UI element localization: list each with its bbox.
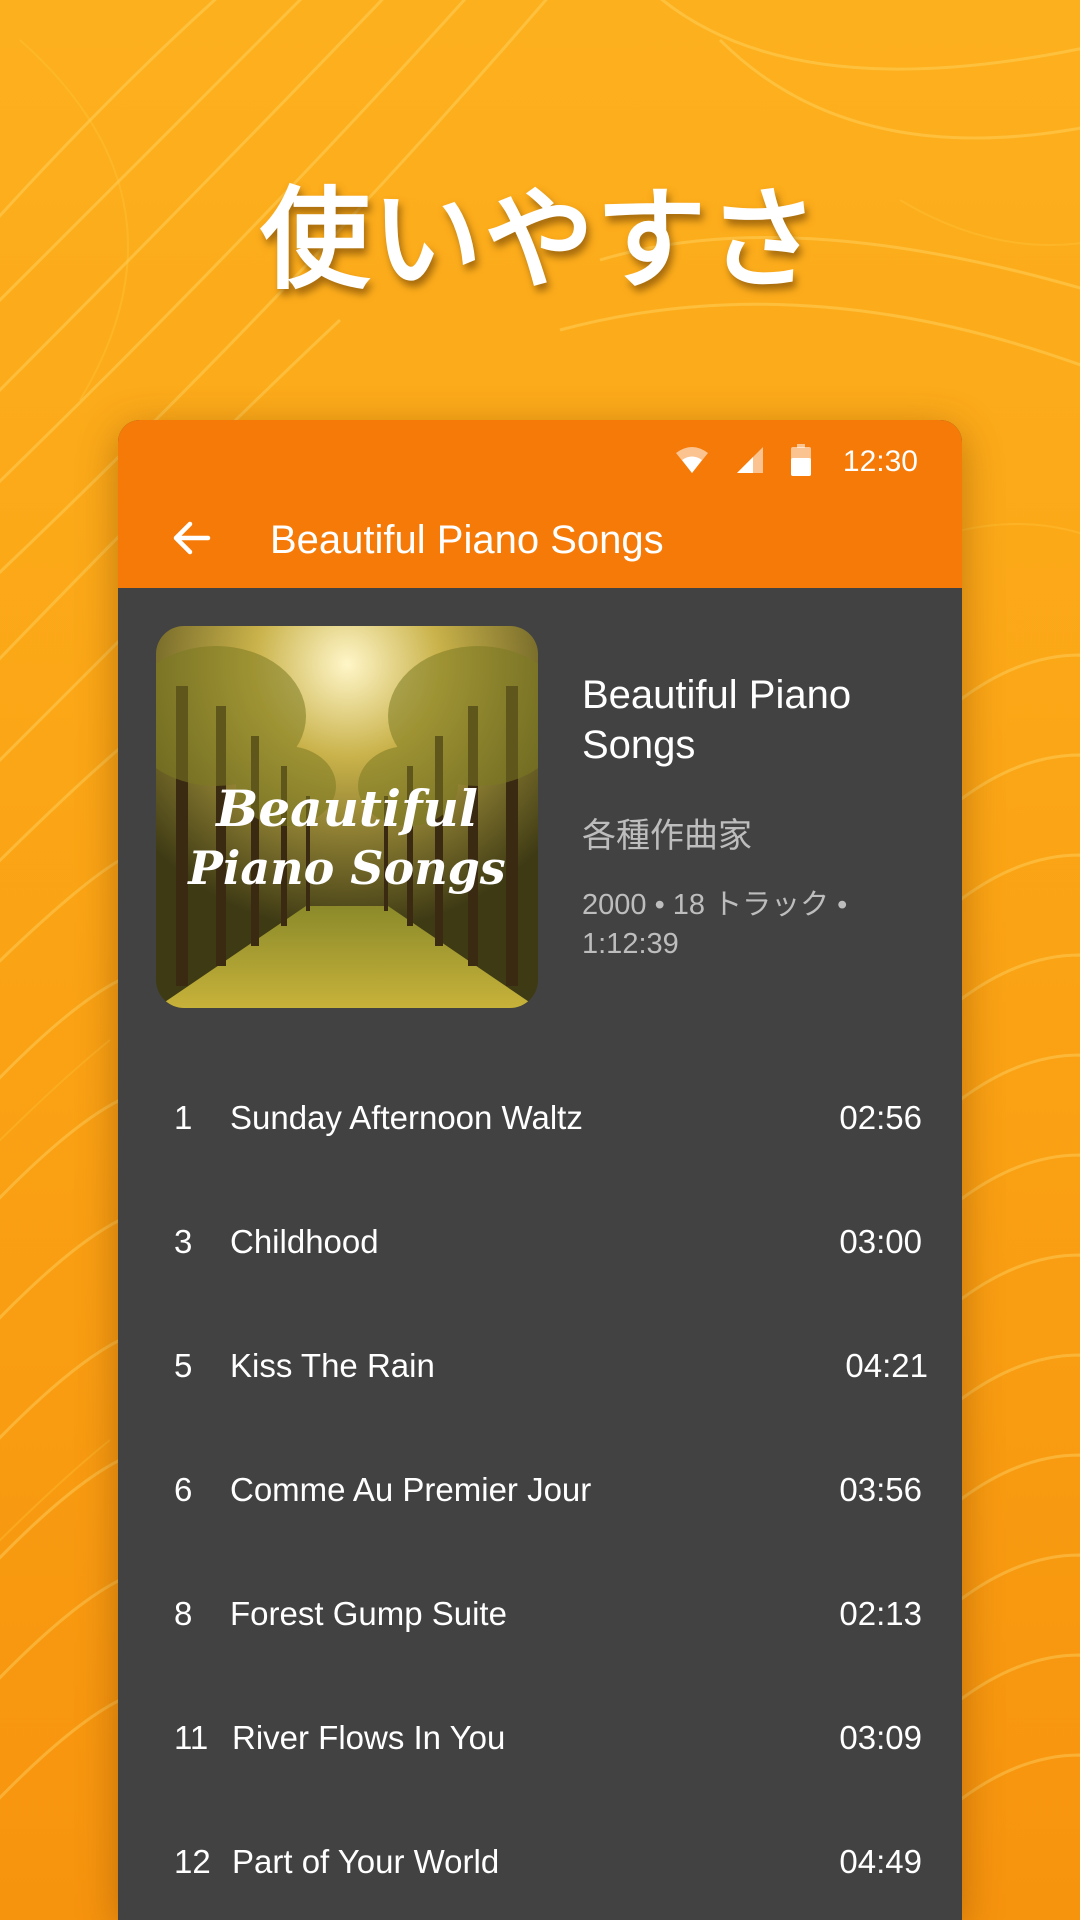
track-row[interactable]: 3 Childhood 03:00: [118, 1180, 962, 1304]
signal-icon: [735, 445, 765, 480]
track-duration: 03:09: [839, 1719, 922, 1756]
album-artist: 各種作曲家: [582, 817, 752, 855]
track-duration: 02:56: [839, 1099, 922, 1136]
phone-screen: 12:30 Beautiful Piano Songs Beautiful Pi…: [118, 420, 962, 1920]
track-row[interactable]: 8 Forest Gump Suite 02:13: [118, 1552, 962, 1676]
track-title: Forest Gump Suite: [230, 1595, 507, 1632]
track-number: 1: [174, 1099, 193, 1136]
toolbar: Beautiful Piano Songs: [118, 492, 962, 588]
album-art: Beautiful Piano Songs: [156, 626, 538, 1008]
track-duration: 03:00: [839, 1223, 922, 1260]
track-number: 6: [174, 1471, 193, 1508]
track-title: Childhood: [230, 1223, 379, 1260]
track-number: 8: [174, 1595, 193, 1632]
album-header: Beautiful Piano Songs Beautiful Piano So…: [156, 626, 936, 1008]
track-duration: 02:13: [839, 1595, 922, 1632]
track-title: River Flows In You: [232, 1719, 506, 1756]
track-list: 1 Sunday Afternoon Waltz 02:56 3 Childho…: [118, 1056, 962, 1920]
battery-icon: [790, 443, 811, 481]
track-number: 3: [174, 1223, 193, 1260]
track-row[interactable]: 11 River Flows In You 03:09: [118, 1676, 962, 1800]
track-number: 5: [174, 1347, 193, 1384]
track-row[interactable]: 1 Sunday Afternoon Waltz 02:56: [118, 1056, 962, 1180]
track-row[interactable]: 6 Comme Au Premier Jour 03:56: [118, 1428, 962, 1552]
track-title: Sunday Afternoon Waltz: [230, 1099, 583, 1136]
album-title: Beautiful Piano Songs: [582, 673, 852, 767]
wifi-icon: [675, 445, 709, 480]
arrow-left-icon: [172, 518, 212, 563]
app-bar: 12:30 Beautiful Piano Songs: [118, 420, 962, 588]
headline: 使いやすさ: [260, 176, 820, 304]
track-title: Comme Au Premier Jour: [230, 1471, 592, 1508]
album-meta: 2000 • 18 トラック • 1:12:39: [582, 889, 848, 960]
track-duration: 03:56: [839, 1471, 922, 1508]
back-button[interactable]: [160, 508, 224, 572]
track-row[interactable]: 5 Kiss The Rain 04:21: [118, 1304, 962, 1428]
status-bar: 12:30: [675, 434, 918, 490]
status-time: 12:30: [842, 445, 918, 478]
album-art-title-line1: Beautiful: [214, 779, 478, 838]
track-duration: 04:21: [845, 1347, 928, 1384]
track-number: 12: [174, 1843, 211, 1880]
album-art-title-line2: Piano Songs: [186, 841, 505, 895]
toolbar-title: Beautiful Piano Songs: [270, 517, 664, 562]
track-duration: 04:49: [839, 1843, 922, 1880]
track-title: Part of Your World: [232, 1843, 500, 1880]
track-number: 11: [174, 1719, 209, 1756]
track-title: Kiss The Rain: [230, 1347, 435, 1384]
track-row[interactable]: 12 Part of Your World 04:49: [118, 1800, 962, 1920]
